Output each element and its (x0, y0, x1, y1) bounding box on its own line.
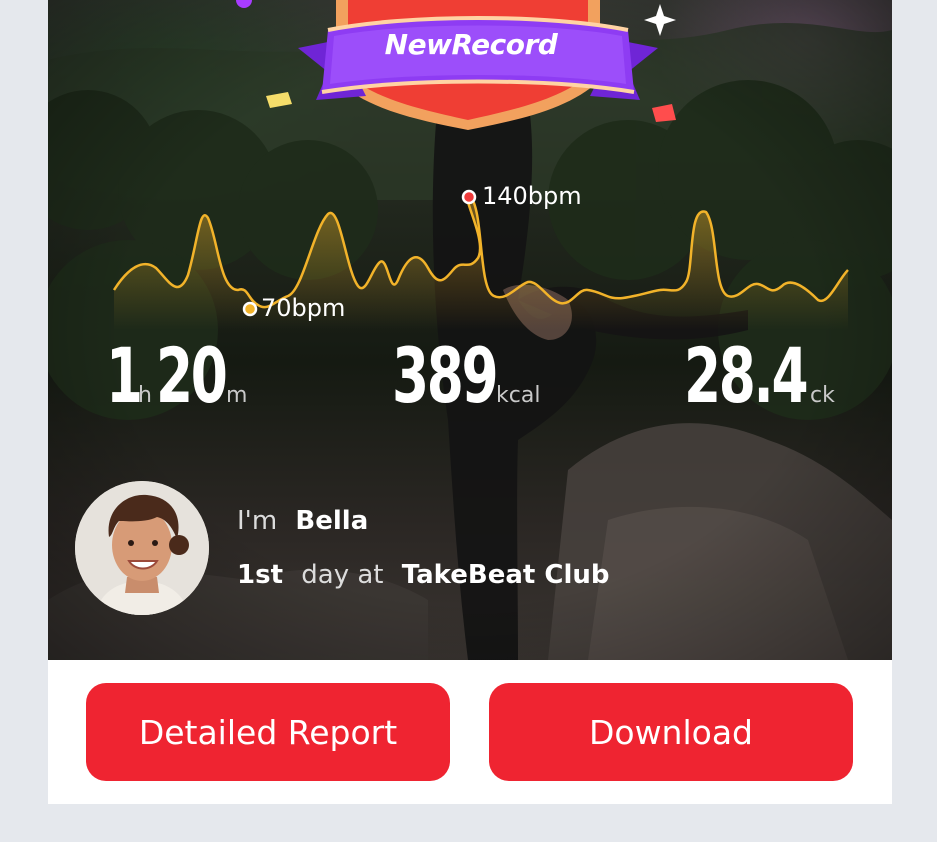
duration-hours-value: 1 (106, 331, 143, 420)
club-name: TakeBeat Club (401, 560, 610, 590)
heart-rate-chart (112, 189, 849, 330)
day-text: day at (301, 560, 384, 590)
user-name: Bella (295, 506, 369, 536)
day-count: 1st (237, 560, 283, 590)
result-card: NewRecord 140bpm 70bpm 1 h 20 m 389 kcal… (48, 0, 892, 804)
intro-name-line: I'm Bella (237, 506, 368, 536)
avatar (75, 481, 209, 615)
calories-stat: 389 kcal (392, 338, 540, 414)
heart-rate-area (114, 195, 848, 330)
hero-image: NewRecord 140bpm 70bpm 1 h 20 m 389 kcal… (48, 0, 892, 660)
duration-minutes-value: 20 (155, 331, 228, 420)
max-bpm-label: 140bpm (482, 182, 582, 210)
third-stat-value: 28.4 (684, 331, 809, 420)
max-bpm-marker (461, 189, 477, 205)
download-button[interactable]: Download (489, 683, 853, 781)
calories-unit: kcal (496, 383, 541, 408)
intro-im-text: I'm (237, 506, 278, 536)
user-portrait-icon (75, 481, 209, 615)
min-bpm-label: 70bpm (261, 294, 346, 322)
third-stat: 28.4 ck (684, 338, 835, 414)
detailed-report-button[interactable]: Detailed Report (86, 683, 450, 781)
intro-club-line: 1st day at TakeBeat Club (237, 560, 610, 590)
minutes-unit: m (225, 383, 248, 408)
duration-stat: 1 h 20 m (106, 338, 247, 414)
calories-value: 389 (392, 331, 499, 420)
third-stat-unit: ck (810, 383, 835, 408)
min-bpm-marker (242, 301, 258, 317)
